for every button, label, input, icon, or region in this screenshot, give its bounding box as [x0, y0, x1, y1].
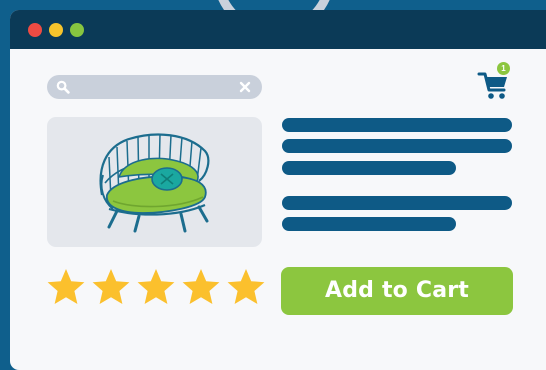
cart-badge: 1: [497, 62, 510, 75]
description-line: [282, 118, 512, 132]
description-line: [282, 196, 512, 210]
window-minimize-button[interactable]: [49, 23, 63, 37]
close-icon[interactable]: [238, 80, 252, 94]
window-maximize-button[interactable]: [70, 23, 84, 37]
star-icon: [47, 269, 85, 304]
description-line: [282, 139, 512, 153]
window-close-button[interactable]: [28, 23, 42, 37]
product-image: [47, 117, 262, 247]
browser-window: 1 Add to Cart: [10, 10, 546, 370]
description-line: [282, 217, 456, 231]
search-input[interactable]: [47, 75, 262, 99]
star-icon: [137, 269, 175, 304]
star-icon: [92, 269, 130, 304]
star-icon: [182, 269, 220, 304]
title-bar: [10, 10, 546, 49]
cart-button[interactable]: 1: [477, 62, 513, 102]
description-line: [282, 161, 456, 175]
search-icon: [56, 80, 70, 94]
add-to-cart-button[interactable]: Add to Cart: [281, 267, 513, 315]
armchair-illustration: [99, 133, 210, 233]
star-icon: [227, 269, 265, 304]
star-rating: [46, 267, 266, 307]
